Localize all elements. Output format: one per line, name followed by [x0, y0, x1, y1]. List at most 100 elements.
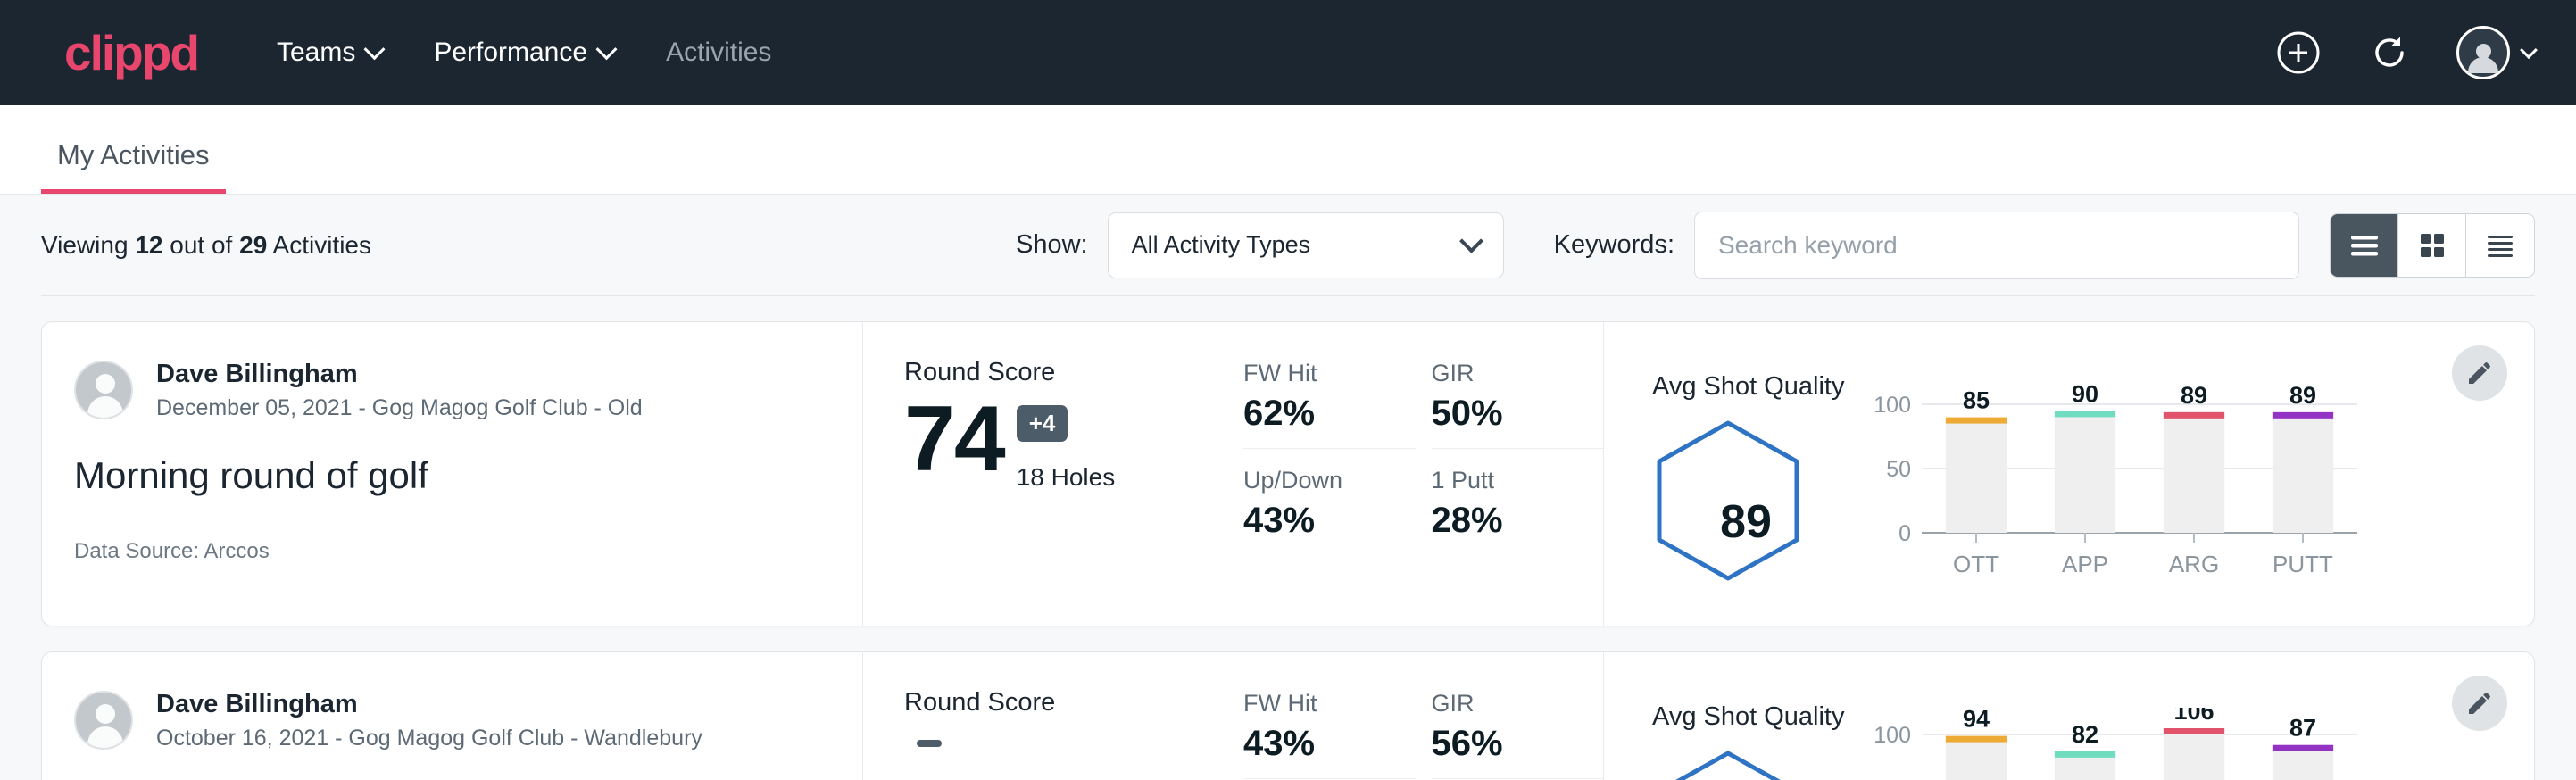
stat-fw-hit-label: FW Hit: [1243, 358, 1396, 389]
svg-text:106: 106: [2173, 708, 2214, 725]
round-score-value: 74: [904, 393, 1004, 485]
chevron-down-icon: [1459, 229, 1483, 253]
account-menu[interactable]: [2456, 26, 2535, 79]
plus-circle-icon[interactable]: [2274, 29, 2323, 77]
nav-item-performance[interactable]: Performance: [434, 37, 614, 68]
top-nav-actions: [2274, 26, 2535, 79]
toolbar-controls: Show: All Activity Types Keywords:: [1016, 212, 2535, 279]
avatar: [74, 691, 133, 750]
svg-text:ARG: ARG: [2169, 551, 2219, 577]
stat-gir-value: 56%: [1432, 721, 1584, 766]
stat-fw-hit-value: 62%: [1243, 391, 1396, 436]
activity-info-column: Dave Billingham December 05, 2021 - Gog …: [42, 322, 863, 626]
show-label: Show:: [1016, 230, 1088, 260]
svg-text:PUTT: PUTT: [2273, 551, 2333, 577]
search-input[interactable]: [1694, 212, 2299, 279]
chevron-down-icon: [364, 38, 386, 60]
shot-quality-bar-chart: 05010094OTT82APP106ARG87PUTT: [1870, 708, 2534, 780]
view-mode-grid-button[interactable]: [2398, 214, 2466, 277]
data-source-label: Data Source: Arccos: [74, 539, 821, 564]
activities-toolbar: Viewing 12 out of 29 Activities Show: Al…: [41, 195, 2535, 296]
nav-item-performance-label: Performance: [434, 37, 587, 68]
tab-my-activities[interactable]: My Activities: [41, 139, 226, 194]
svg-text:100: 100: [1874, 393, 1911, 418]
viewing-mid: out of: [170, 231, 232, 259]
svg-text:100: 100: [1874, 723, 1911, 748]
svg-text:0: 0: [1899, 521, 1911, 546]
stats-column: FW Hit 43% GIR 56% Up/Down 1 Putt: [1220, 652, 1604, 780]
clippd-logo[interactable]: clippd: [64, 29, 198, 78]
avg-shot-quality-value: 89: [1652, 419, 1840, 626]
viewing-suffix: Activities: [273, 231, 371, 259]
avatar: [74, 361, 133, 419]
stat-up-down: Up/Down 43%: [1243, 449, 1416, 543]
round-score-label: Round Score: [904, 688, 1220, 718]
activity-card[interactable]: Dave Billingham October 16, 2021 - Gog M…: [41, 651, 2535, 780]
stat-fw-hit: FW Hit 43%: [1243, 688, 1416, 779]
nav-item-activities[interactable]: Activities: [666, 37, 771, 68]
tab-my-activities-label: My Activities: [57, 139, 210, 170]
viewing-prefix: Viewing: [41, 231, 129, 259]
stat-fw-hit-label: FW Hit: [1243, 688, 1396, 719]
svg-text:85: 85: [1963, 387, 1990, 414]
chevron-down-icon: [596, 38, 618, 60]
activity-title: Morning round of golf: [74, 453, 821, 498]
activity-type-select-value: All Activity Types: [1132, 231, 1311, 259]
score-to-par-badge: +4: [1017, 405, 1068, 442]
avg-shot-quality-badge: Avg Shot Quality: [1652, 702, 1840, 780]
stat-gir: GIR 50%: [1432, 358, 1604, 449]
activity-card-list: Dave Billingham December 05, 2021 - Gog …: [41, 296, 2535, 780]
round-score-column: Round Score: [863, 652, 1220, 780]
chevron-down-icon: [2520, 41, 2538, 59]
keywords-label: Keywords:: [1554, 230, 1674, 260]
player-name: Dave Billingham: [156, 358, 643, 390]
viewing-count: 12: [135, 231, 162, 259]
svg-text:87: 87: [2289, 715, 2316, 742]
top-navigation-bar: clippd Teams Performance Activities: [0, 0, 2576, 105]
view-mode-list-button[interactable]: [2331, 214, 2398, 277]
svg-text:50: 50: [1886, 457, 1911, 482]
player-name: Dave Billingham: [156, 688, 702, 720]
svg-text:82: 82: [2072, 721, 2098, 748]
avg-shot-quality-value: [1652, 749, 1840, 780]
svg-text:94: 94: [1963, 708, 1990, 733]
refresh-icon[interactable]: [2365, 29, 2414, 77]
stat-up-down-value: 43%: [1243, 498, 1396, 543]
avg-shot-quality-label: Avg Shot Quality: [1652, 372, 1840, 402]
viewing-total: 29: [239, 231, 267, 259]
view-mode-compact-button[interactable]: [2466, 214, 2534, 277]
avg-shot-quality-label: Avg Shot Quality: [1652, 702, 1840, 732]
stat-gir-label: GIR: [1432, 358, 1584, 389]
stats-column: FW Hit 62% GIR 50% Up/Down 43% 1 Putt 28…: [1220, 322, 1604, 626]
nav-item-activities-label: Activities: [666, 37, 771, 68]
avg-shot-quality-column: Avg Shot Quality 05010094OTT82APP106ARG8…: [1604, 652, 2534, 780]
activity-info-column: Dave Billingham October 16, 2021 - Gog M…: [42, 652, 863, 780]
stat-gir: GIR 56%: [1432, 688, 1604, 779]
player-header: Dave Billingham October 16, 2021 - Gog M…: [74, 688, 821, 753]
round-score-label: Round Score: [904, 358, 1220, 387]
stat-one-putt-label: 1 Putt: [1432, 465, 1584, 496]
stat-gir-label: GIR: [1432, 688, 1584, 719]
pencil-icon: [2465, 359, 2494, 387]
edit-activity-button[interactable]: [2452, 345, 2507, 401]
stat-gir-value: 50%: [1432, 391, 1584, 436]
svg-text:90: 90: [2072, 380, 2098, 407]
round-score-column: Round Score 74 +4 18 Holes: [863, 322, 1220, 626]
account-avatar-icon: [2456, 26, 2510, 79]
view-mode-toggle: [2330, 213, 2535, 278]
stat-up-down-label: Up/Down: [1243, 465, 1396, 496]
stat-one-putt-value: 28%: [1432, 498, 1584, 543]
main-content: Viewing 12 out of 29 Activities Show: Al…: [0, 195, 2576, 780]
nav-item-teams-label: Teams: [277, 37, 355, 68]
activity-type-select[interactable]: All Activity Types: [1108, 212, 1504, 278]
score-to-par-badge: [917, 740, 942, 747]
player-header: Dave Billingham December 05, 2021 - Gog …: [74, 358, 821, 423]
stat-fw-hit-value: 43%: [1243, 721, 1396, 766]
tab-strip: My Activities: [0, 105, 2576, 195]
activity-card[interactable]: Dave Billingham December 05, 2021 - Gog …: [41, 321, 2535, 626]
nav-item-teams[interactable]: Teams: [277, 37, 382, 68]
primary-nav-links: Teams Performance Activities: [277, 37, 771, 68]
edit-activity-button[interactable]: [2452, 676, 2507, 731]
activity-meta: October 16, 2021 - Gog Magog Golf Club -…: [156, 724, 702, 753]
holes-played-label: 18 Holes: [1017, 463, 1116, 492]
